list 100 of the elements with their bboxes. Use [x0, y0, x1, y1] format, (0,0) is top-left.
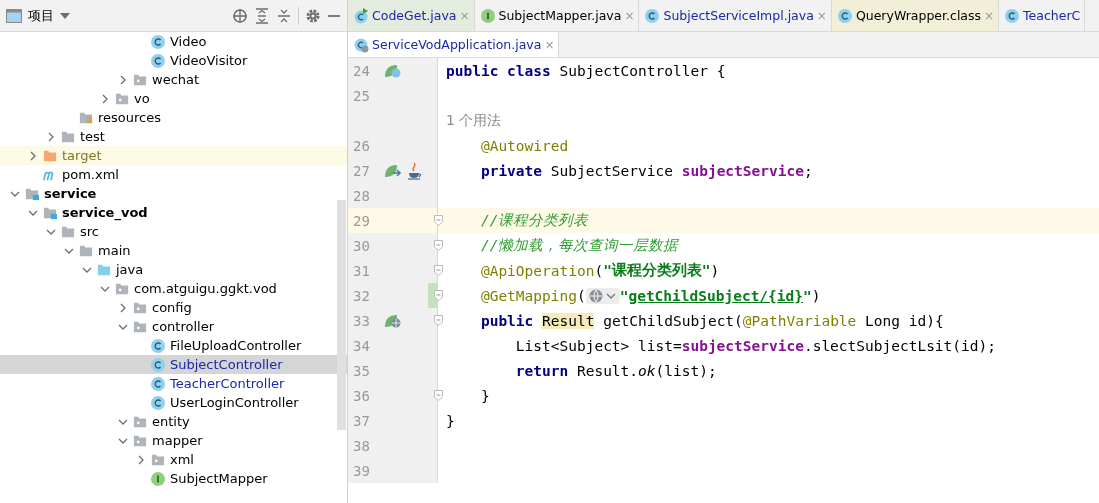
editor-tab[interactable]: QueryWrapper.class × [831, 0, 1000, 31]
folder-icon [42, 148, 58, 163]
tree-item[interactable]: service_vod [0, 203, 347, 222]
usage-hint: 1 个用法 [446, 111, 502, 130]
dropdown-caret-icon[interactable] [60, 12, 70, 19]
tree-item[interactable]: Video [0, 32, 347, 51]
code-line: public Result getChildSubject(@PathVariable Long id){ [479, 312, 944, 329]
line-number: 29 [352, 212, 371, 229]
fold-marker-icon[interactable] [434, 390, 443, 401]
folder-icon [60, 129, 76, 144]
code-line: public class SubjectController { [446, 62, 726, 79]
interface-icon [150, 470, 166, 487]
tree-item[interactable]: VideoVisitor [0, 51, 347, 70]
chevron-right-icon[interactable] [100, 93, 110, 104]
line-number: 35 [352, 362, 371, 379]
tree-item[interactable]: SubjectController [0, 355, 347, 374]
code-line: return Result.ok(list); [514, 362, 717, 379]
line-number: 30 [352, 237, 371, 254]
class-icon [150, 375, 166, 392]
tree-item[interactable]: target [0, 146, 347, 165]
tree-item[interactable]: resources [0, 108, 347, 127]
tree-item[interactable]: FileUploadController [0, 336, 347, 355]
class-icon [150, 52, 166, 69]
package-folder-icon [132, 319, 148, 334]
tree-item[interactable]: com.atguigu.ggkt.vod [0, 279, 347, 298]
code-line: List<Subject> list=subjectService.slectSubjectLsit(id); [514, 337, 996, 354]
line-number: 27 [352, 162, 371, 179]
package-folder-icon [114, 91, 130, 106]
tree-item[interactable]: SubjectMapper [0, 469, 347, 488]
tree-item[interactable]: src [0, 222, 347, 241]
code-line: @GetMapping( "getChildSubject/{id}") [479, 287, 821, 304]
line-number: 28 [352, 187, 371, 204]
package-folder-icon [150, 452, 166, 467]
code-line: @ApiOperation("课程分类列表") [479, 261, 720, 280]
tree-item[interactable]: xml [0, 450, 347, 469]
fold-marker-icon[interactable] [434, 240, 443, 251]
line-number: 24 [352, 62, 371, 79]
chevron-right-icon[interactable] [46, 131, 56, 142]
tree-item[interactable]: mapper [0, 431, 347, 450]
expand-all-icon[interactable] [254, 7, 270, 24]
code-line: //懒加载，每次查询一层数据 [479, 236, 679, 255]
chevron-right-icon[interactable] [136, 454, 146, 465]
code-line: //课程分类列表 [479, 211, 589, 230]
web-inlay-icon[interactable] [585, 287, 620, 304]
line-number: 32 [352, 287, 371, 304]
chevron-right-icon[interactable] [28, 150, 38, 161]
settings-icon[interactable] [305, 7, 321, 24]
tree-item[interactable]: service [0, 184, 347, 203]
fold-marker-icon[interactable] [434, 265, 443, 276]
line-number: 31 [352, 262, 371, 279]
tree-item[interactable]: config [0, 298, 347, 317]
fold-marker-icon[interactable] [434, 315, 443, 326]
coffee-cup-icon[interactable] [407, 161, 423, 180]
code-line: @Autowired [479, 137, 569, 154]
class-icon [150, 394, 166, 411]
spring-class-icon [353, 36, 369, 53]
package-folder-icon [114, 281, 130, 296]
module-folder-icon [42, 205, 58, 220]
code-line: private SubjectService subjectService; [479, 162, 813, 179]
line-number: 33 [352, 312, 371, 329]
editor-tab[interactable]: CodeGet.java × [348, 0, 475, 31]
folder-icon [78, 243, 94, 258]
class-icon [1004, 7, 1021, 24]
class-icon [150, 337, 166, 354]
bean-navigation-icon[interactable] [383, 162, 403, 179]
tree-item[interactable]: vo [0, 89, 347, 108]
web-endpoint-icon[interactable] [383, 312, 403, 329]
locate-icon[interactable] [232, 7, 248, 24]
tree-item[interactable]: test [0, 127, 347, 146]
package-folder-icon [132, 414, 148, 429]
editor-tab[interactable]: ServiceVodApplication.java × [348, 32, 560, 57]
tree-item[interactable]: wechat [0, 70, 347, 89]
tree-item[interactable]: TeacherController [0, 374, 347, 393]
class-icon [836, 7, 853, 24]
line-number: 26 [352, 137, 371, 154]
tree-item[interactable]: UserLoginController [0, 393, 347, 412]
tree-item[interactable]: java [0, 260, 347, 279]
runnable-class-icon [353, 7, 369, 24]
fold-marker-icon[interactable] [434, 215, 443, 226]
window-icon [6, 8, 22, 23]
collapse-all-icon[interactable] [276, 7, 292, 24]
line-number: 38 [352, 437, 371, 454]
module-folder-icon [24, 186, 40, 201]
chevron-right-icon[interactable] [118, 302, 128, 313]
line-number: 37 [352, 412, 371, 429]
class-icon [644, 7, 661, 24]
resources-folder-icon [78, 110, 94, 125]
tree-item[interactable]: entity [0, 412, 347, 431]
interface-icon [479, 7, 496, 24]
tree-item[interactable]: pom.xml [0, 165, 347, 184]
chevron-right-icon[interactable] [118, 74, 128, 85]
tree-item[interactable]: controller [0, 317, 347, 336]
line-number: 34 [352, 337, 371, 354]
line-number: 39 [352, 462, 371, 479]
tree-item[interactable]: main [0, 241, 347, 260]
scrollbar-thumb[interactable] [337, 200, 346, 430]
fold-marker-icon[interactable] [434, 290, 443, 301]
folder-icon [60, 224, 76, 239]
source-folder-icon [96, 262, 112, 277]
code-line: } [479, 387, 490, 404]
